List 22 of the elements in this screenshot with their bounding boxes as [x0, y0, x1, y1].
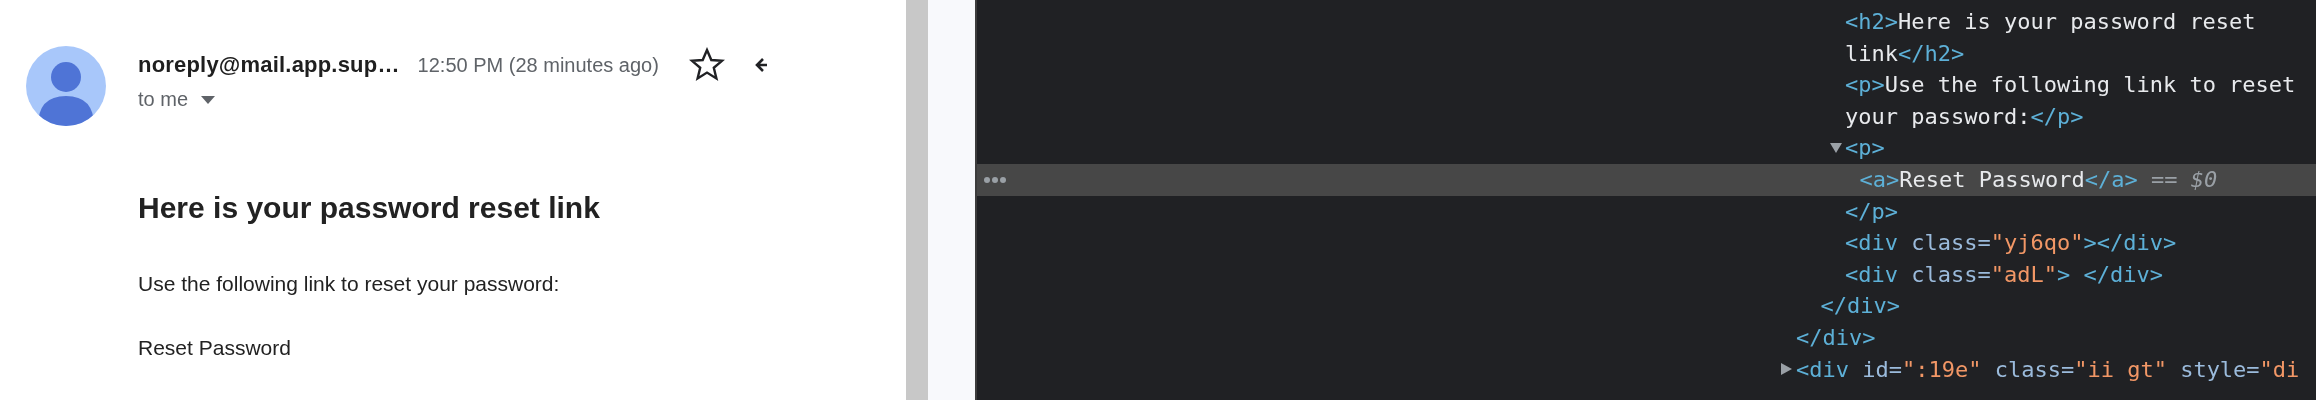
- avatar-icon: [26, 46, 106, 126]
- recipient-dropdown[interactable]: to me: [138, 88, 217, 111]
- code-line[interactable]: <div class="yj6qo"></div>: [1845, 227, 2316, 259]
- code-line[interactable]: <p>: [1845, 132, 2316, 164]
- code-line[interactable]: <div class="adL"> </div>: [1845, 258, 2316, 291]
- code-line[interactable]: </div>: [1820, 290, 2316, 322]
- timestamp: 12:50 PM (28 minutes ago): [417, 53, 659, 77]
- code-line[interactable]: <p>Use the following link to reset your password:</p>: [1845, 69, 2316, 133]
- email-text: Use the following link to reset your password:: [138, 271, 561, 297]
- reset-link[interactable]: Reset Password: [138, 335, 291, 361]
- code-line[interactable]: <div id=":19e" class="ii gt" style="di: [1796, 353, 2316, 386]
- star-icon[interactable]: [688, 47, 725, 83]
- scrollbar[interactable]: [906, 0, 928, 400]
- code-line[interactable]: </div>: [1796, 321, 2316, 354]
- expand-arrow-icon[interactable]: [1829, 142, 1843, 155]
- code-line[interactable]: </p>: [1845, 195, 2316, 228]
- email-heading: Here is your password reset link: [138, 190, 601, 226]
- collapse-arrow-icon[interactable]: [1780, 363, 1794, 376]
- more-icon[interactable]: [983, 175, 1007, 184]
- caret-icon: [200, 94, 217, 105]
- code-line[interactable]: <h2>Here is your password reset link</h2>: [1845, 6, 2316, 70]
- sender-name: noreply@mail.app.sup…: [138, 52, 400, 78]
